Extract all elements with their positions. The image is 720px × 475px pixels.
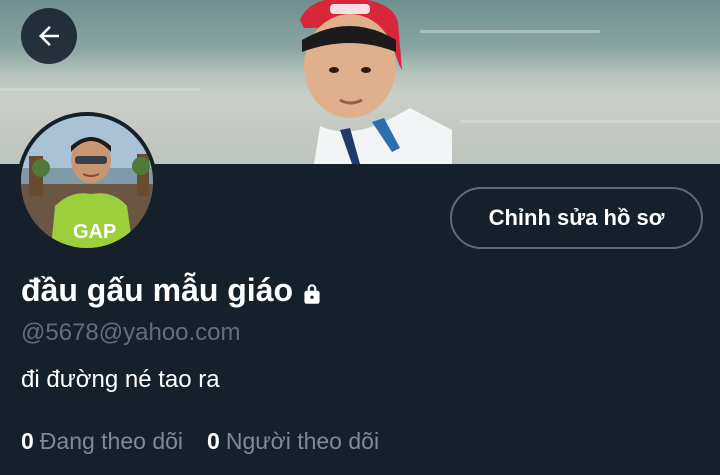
arrow-left-icon (39, 26, 59, 46)
back-button[interactable] (21, 8, 77, 64)
avatar-photo: GAP (21, 116, 153, 248)
edit-profile-button[interactable]: Chỉnh sửa hồ sơ (450, 187, 703, 249)
following-stat[interactable]: 0 Đang theo dõi (21, 428, 183, 455)
profile-bio: đi đường né tao ra (21, 366, 220, 393)
svg-text:GAP: GAP (73, 221, 116, 243)
lock-icon (304, 283, 320, 304)
profile-name-row: đầu gấu mẫu giáo (21, 272, 325, 309)
profile-avatar[interactable]: GAP (17, 112, 157, 252)
profile-handle: @5678@yahoo.com (21, 319, 241, 346)
followers-stat[interactable]: 0 Người theo dõi (207, 428, 379, 455)
profile-stats: 0 Đang theo dõi 0 Người theo dõi (21, 428, 379, 455)
following-label: Đang theo dõi (39, 428, 184, 454)
display-name: đầu gấu mẫu giáo (21, 272, 294, 308)
following-count: 0 (21, 428, 34, 454)
followers-count: 0 (207, 428, 220, 454)
followers-label: Người theo dõi (225, 428, 380, 454)
